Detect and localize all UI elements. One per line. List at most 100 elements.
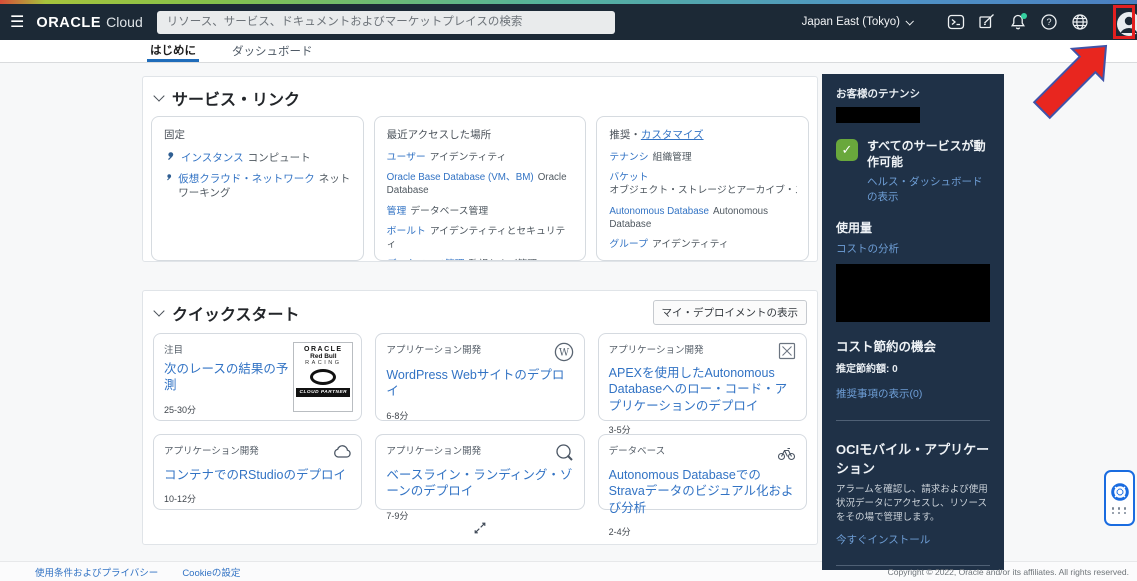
collapse-chevron-icon[interactable]: [153, 304, 165, 317]
edit-annotate-icon[interactable]: [977, 13, 996, 32]
bicycle-icon: [777, 447, 796, 461]
tenancy-sidebar: お客様のテナンシ ✓ すべてのサービスが動作可能 ヘルス・ダッシュボードの表示 …: [822, 74, 1004, 570]
service-link[interactable]: インスタンス: [181, 152, 244, 164]
badge-o-mark: [310, 369, 337, 385]
cloud-icon: [334, 445, 352, 458]
chevron-down-icon: [905, 17, 914, 26]
service-link-item: データベース管理 監視および管理: [387, 258, 574, 260]
service-link-item: Oracle Base Database (VM、BM) Oracle Datab…: [387, 171, 574, 197]
service-link[interactable]: Autonomous Database: [609, 206, 709, 217]
pin-icon: [167, 174, 172, 181]
collapse-chevron-icon[interactable]: [153, 90, 165, 102]
service-link[interactable]: 仮想クラウド・ネットワーク: [178, 173, 315, 185]
cost-analysis-link[interactable]: コストの分析: [836, 241, 990, 256]
my-deployments-button[interactable]: マイ・デプロイメントの表示: [652, 300, 807, 325]
quickstart-card-landing-zone[interactable]: アプリケーション開発 ベースライン・ランディング・ゾーンのデプロイ 7-9分: [375, 434, 585, 521]
health-dashboard-link[interactable]: ヘルス・ダッシュボードの表示: [867, 174, 990, 204]
service-category: 監視および管理: [469, 259, 538, 260]
badge-racing-text: RACING: [305, 360, 342, 366]
service-link[interactable]: バケット: [609, 172, 648, 183]
quickstart-card-wordpress[interactable]: アプリケーション開発 W WordPress Webサイトのデプロイ 6-8分: [375, 333, 585, 421]
region-selector[interactable]: Japan East (Tokyo): [801, 16, 914, 28]
page-tabs: はじめに ダッシュボード: [0, 40, 1137, 63]
card-duration: 7-9分: [386, 510, 409, 521]
service-link[interactable]: テナンシ: [609, 152, 648, 163]
card-category: アプリケーション開発: [608, 345, 704, 356]
hamburger-menu-icon[interactable]: ☰: [10, 12, 24, 32]
cloud-shell-icon[interactable]: [946, 13, 965, 32]
recommended-label: 推奨・カスタマイズ: [609, 127, 796, 142]
savings-estimate: 推定節約額: 0: [836, 364, 898, 376]
recent-card: 最近アクセスした場所 ユーザー アイデンティティ Oracle Base Data…: [373, 116, 587, 261]
badge-oracle-text: ORACLE: [304, 346, 343, 353]
service-category: コンピュート: [247, 152, 311, 164]
service-link[interactable]: Oracle Base Database (VM、BM): [387, 172, 534, 183]
quickstart-card-apex[interactable]: アプリケーション開発 APEXを使用したAutonomous Databaseへ…: [597, 333, 807, 435]
support-floating-button[interactable]: [1104, 470, 1135, 526]
card-category: データベース: [608, 446, 666, 457]
svg-text:W: W: [559, 348, 570, 359]
language-globe-icon[interactable]: [1070, 13, 1089, 32]
status-check-icon: ✓: [836, 139, 858, 161]
service-link[interactable]: 管理: [387, 206, 407, 217]
tab-getting-started[interactable]: はじめに: [147, 40, 199, 62]
service-link-item: バケットオブジェクト・ストレージとアーカイブ・ストレージ: [609, 171, 797, 197]
pinned-card: 固定 インスタンス コンピュート 仮想クラウド・ネットワーク ネットワーキング: [151, 116, 364, 261]
card-title-link[interactable]: WordPress Webサイトのデプロイ: [386, 367, 573, 400]
service-link[interactable]: グループ: [609, 239, 648, 250]
card-category: 注目: [164, 345, 184, 356]
service-link[interactable]: ユーザー: [387, 152, 426, 163]
recommended-card: 推奨・カスタマイズ テナンシ 組織管理 バケット オブジェクト・ストレージとアーカイ…: [596, 116, 810, 261]
service-links-panel: サービス・リンク 固定 インスタンス コンピュート 仮想クラウド・ネットワーク ネッ…: [142, 76, 818, 262]
service-link-item: ボールト アイデンティティとセキュリティ: [387, 225, 574, 251]
terms-privacy-link[interactable]: 使用条件およびプライバシー: [35, 565, 158, 579]
recent-label: 最近アクセスした場所: [386, 129, 492, 141]
mobile-app-title: OCIモバイル・アプリケーション: [836, 442, 990, 477]
brand-oracle: ORACLE: [36, 14, 102, 31]
help-icon[interactable]: ?: [1039, 13, 1058, 32]
redacted-tenancy-name: [836, 107, 920, 123]
cookie-settings-link[interactable]: Cookieの設定: [182, 565, 240, 579]
tenancy-label: お客様のテナンシ: [836, 88, 920, 100]
pin-icon: [168, 152, 174, 161]
card-title-link[interactable]: APEXを使用したAutonomous Databaseへのロー・コード・アプリ…: [609, 365, 796, 414]
copyright-text: Copyright © 2022, Oracle and/or its affi…: [887, 567, 1129, 577]
notifications-bell-icon[interactable]: [1008, 12, 1027, 32]
service-category: データベース管理: [410, 205, 489, 217]
service-link-item: グループ アイデンティティ: [609, 238, 796, 251]
redbull-partner-badge: ORACLE Red Bull RACING CLOUD PARTNER: [293, 342, 354, 412]
service-link-item: Autonomous Database Autonomous Database: [609, 205, 796, 231]
service-link-item: 仮想クラウド・ネットワーク ネットワーキング: [164, 172, 351, 200]
service-links-title: サービス・リンク: [172, 92, 301, 109]
install-now-link[interactable]: 今すぐインストール: [836, 532, 990, 547]
pinned-label: 固定: [164, 129, 185, 141]
card-title-link[interactable]: 次のレースの結果の予測: [164, 361, 296, 394]
card-duration: 6-8分: [386, 410, 409, 421]
customize-link[interactable]: カスタマイズ: [641, 129, 704, 141]
status-text: すべてのサービスが動作可能: [867, 139, 986, 169]
card-title-link[interactable]: Autonomous DatabaseでのStravaデータのビジュアル化および…: [609, 467, 796, 516]
quickstart-card-strava[interactable]: データベース Autonomous DatabaseでのStravaデータのビジ…: [597, 434, 807, 537]
redacted-usage-chart: [836, 264, 990, 323]
service-link-item: 管理 データベース管理: [387, 205, 574, 218]
apex-icon: [778, 342, 796, 360]
service-category: アイデンティティ: [651, 239, 729, 251]
svg-text:?: ?: [1046, 17, 1051, 27]
quickstart-card-race-prediction[interactable]: 注目 次のレースの結果の予測 25-30分 ORACLE Red Bull RA…: [153, 333, 363, 421]
search-input[interactable]: [156, 10, 615, 34]
service-category: オブジェクト・ストレージとアーカイブ・ストレージ: [609, 185, 797, 197]
region-label: Japan East (Tokyo): [801, 16, 900, 28]
quickstart-card-rstudio[interactable]: アプリケーション開発 コンテナでのRStudioのデプロイ 10-12分: [153, 434, 363, 510]
service-link[interactable]: ボールト: [387, 226, 426, 237]
service-link[interactable]: データベース管理: [387, 259, 465, 260]
card-title-link[interactable]: コンテナでのRStudioのデプロイ: [164, 467, 351, 483]
oracle-cloud-logo[interactable]: ORACLE Cloud: [36, 14, 142, 31]
card-title-link[interactable]: ベースライン・ランディング・ゾーンのデプロイ: [386, 467, 573, 500]
annotation-arrow: [1032, 44, 1108, 120]
recommendations-link[interactable]: 推奨事項の表示(0): [836, 388, 922, 400]
service-category: アイデンティティ: [429, 152, 507, 163]
service-link-item: インスタンス コンピュート: [164, 151, 351, 165]
tab-dashboard[interactable]: ダッシュボード: [229, 40, 316, 62]
lifebuoy-icon: [1110, 483, 1129, 501]
expand-icon[interactable]: [473, 521, 487, 535]
